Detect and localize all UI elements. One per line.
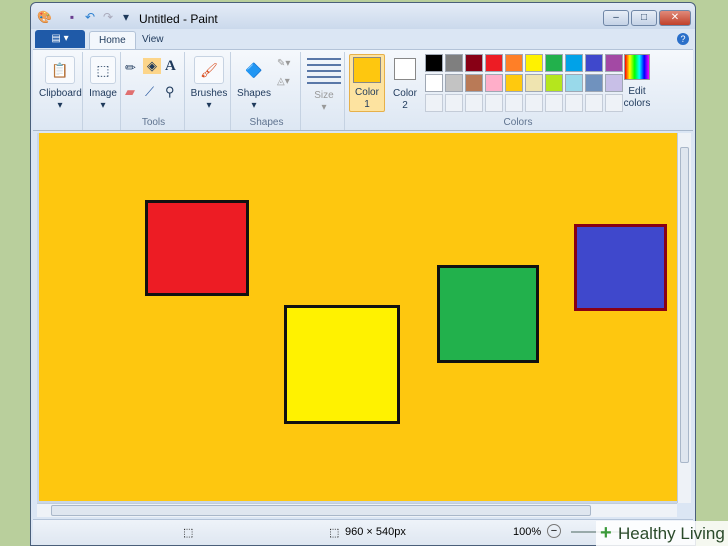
tab-home[interactable]: Home: [89, 31, 136, 49]
palette-swatch[interactable]: [585, 74, 603, 92]
custom-color-slot[interactable]: [445, 94, 463, 112]
palette-swatch[interactable]: [465, 54, 483, 72]
color1-button[interactable]: Color 1: [349, 54, 385, 112]
brushes-button[interactable]: 🖌 Brushes ▾: [189, 56, 229, 112]
status-bar: ⬚ ⬚ 960 × 540px 100% −: [33, 519, 693, 545]
palette-swatch[interactable]: [445, 54, 463, 72]
edit-colors-icon: [624, 54, 650, 80]
select-icon: ⬚: [90, 56, 116, 84]
palette-swatch[interactable]: [425, 74, 443, 92]
outline-icon[interactable]: ✎▾: [277, 58, 290, 69]
palette-swatch[interactable]: [465, 74, 483, 92]
tools-group: ✏ ◈ A ▰ ⟋ ⚲ Tools: [123, 52, 185, 130]
drawing-canvas[interactable]: [39, 133, 677, 501]
zoom-level: 100%: [513, 526, 542, 538]
brush-icon: 🖌: [194, 56, 224, 84]
zoom-out-button[interactable]: −: [547, 524, 561, 538]
tab-view[interactable]: View: [133, 31, 173, 49]
palette-swatch[interactable]: [485, 74, 503, 92]
red-square: [145, 200, 249, 296]
custom-color-slot[interactable]: [465, 94, 483, 112]
size-icon: [307, 58, 341, 84]
canvas-dimensions: 960 × 540px: [345, 526, 406, 538]
title-bar: 🎨 ▪ ↶ ↷ ▾ Untitled - Paint – □ ✕: [31, 3, 695, 29]
brushes-group: 🖌 Brushes ▾: [187, 52, 231, 130]
custom-color-slot[interactable]: [565, 94, 583, 112]
save-icon[interactable]: ▪: [65, 10, 79, 24]
color1-swatch: [353, 57, 381, 83]
canvas-area: [37, 133, 677, 503]
close-button[interactable]: ✕: [659, 10, 691, 26]
minimize-button[interactable]: –: [603, 10, 629, 26]
ribbon: 📋 Clipboard ▾ ⬚ Image ▾ ✏ ◈ A ▰ ⟋ ⚲ Tools …: [33, 49, 693, 131]
custom-color-slot[interactable]: [585, 94, 603, 112]
fill-shape-icon[interactable]: ◬▾: [277, 76, 290, 87]
paint-menu-button[interactable]: ▤ ▾: [35, 30, 85, 48]
help-icon[interactable]: ?: [677, 33, 689, 45]
watermark-logo: + Healthy Living: [596, 521, 728, 546]
custom-color-slot[interactable]: [425, 94, 443, 112]
paint-app-icon[interactable]: 🎨: [37, 10, 52, 24]
color-picker-icon[interactable]: ⟋: [145, 84, 154, 100]
palette-swatch[interactable]: [525, 74, 543, 92]
shapes-button[interactable]: 🔷 Shapes ▾: [235, 56, 273, 112]
fill-icon[interactable]: ◈: [143, 58, 161, 74]
palette-swatch[interactable]: [505, 74, 523, 92]
magnifier-icon[interactable]: ⚲: [165, 84, 175, 100]
palette-swatch[interactable]: [445, 74, 463, 92]
palette-swatch[interactable]: [545, 74, 563, 92]
blue-square: [574, 224, 667, 311]
canvas-size-icon: ⬚: [329, 527, 340, 539]
undo-icon[interactable]: ↶: [83, 10, 97, 24]
custom-color-slot[interactable]: [545, 94, 563, 112]
palette-swatch[interactable]: [565, 54, 583, 72]
image-button[interactable]: ⬚ Image ▾: [87, 56, 119, 112]
vertical-scrollbar[interactable]: [677, 133, 691, 503]
palette-swatch[interactable]: [505, 54, 523, 72]
shapes-icon: 🔷: [245, 62, 263, 78]
clipboard-icon: 📋: [45, 56, 75, 84]
image-group: ⬚ Image ▾: [85, 52, 121, 130]
eraser-icon[interactable]: ▰: [125, 84, 135, 100]
custom-color-slot[interactable]: [505, 94, 523, 112]
colors-group-label: Colors: [503, 117, 533, 128]
palette-swatch[interactable]: [485, 54, 503, 72]
yellow-square: [284, 305, 400, 424]
selection-size-icon: ⬚: [183, 527, 194, 539]
paint-window: 🎨 ▪ ↶ ↷ ▾ Untitled - Paint – □ ✕ ▤ ▾ Hom…: [30, 2, 696, 546]
maximize-button[interactable]: □: [631, 10, 657, 26]
color2-swatch: [394, 58, 416, 80]
pencil-icon[interactable]: ✏: [125, 60, 136, 76]
clipboard-button[interactable]: 📋 Clipboard ▾: [39, 56, 82, 112]
custom-color-slot[interactable]: [485, 94, 503, 112]
quick-access-dropdown-icon[interactable]: ▾: [119, 10, 133, 24]
palette-swatch[interactable]: [525, 54, 543, 72]
custom-color-slot[interactable]: [525, 94, 543, 112]
palette-swatch[interactable]: [585, 54, 603, 72]
clipboard-group: 📋 Clipboard ▾: [37, 52, 83, 130]
size-button[interactable]: Size ▾: [307, 58, 341, 114]
text-icon[interactable]: A: [165, 58, 176, 75]
edit-colors-button[interactable]: Edit colors: [617, 54, 657, 110]
redo-icon[interactable]: ↷: [101, 10, 115, 24]
palette-swatch[interactable]: [545, 54, 563, 72]
palette-swatch[interactable]: [425, 54, 443, 72]
color2-button[interactable]: Color 2: [387, 54, 423, 112]
shapes-group: 🔷 Shapes ▾ ✎▾ ◬▾ Shapes: [233, 52, 301, 130]
horizontal-scrollbar[interactable]: [37, 503, 677, 517]
green-square: [437, 265, 539, 363]
window-title: Untitled - Paint: [139, 12, 218, 26]
size-group: Size ▾: [303, 52, 345, 130]
palette-swatch[interactable]: [565, 74, 583, 92]
